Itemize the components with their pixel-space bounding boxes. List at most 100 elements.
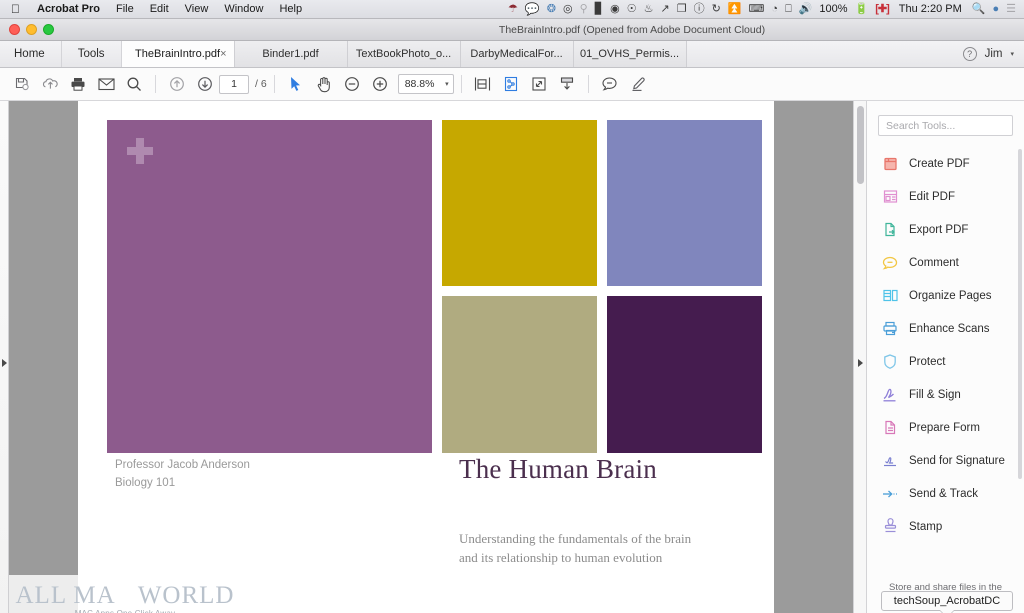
droplet-icon[interactable]: ♨ (644, 3, 654, 15)
print-icon[interactable] (64, 72, 92, 96)
page-number-input[interactable]: 1 (219, 74, 249, 94)
collapse-tools-arrow-icon[interactable] (858, 359, 863, 367)
user-name[interactable]: Jim (985, 48, 1003, 60)
page-down-icon[interactable] (191, 72, 219, 96)
tool-item-enhance-scans[interactable]: Enhance Scans (867, 312, 1024, 345)
menu-item-window[interactable]: Window (216, 3, 271, 15)
time-machine-icon[interactable]: ↻ (712, 3, 721, 15)
fit-width-icon[interactable] (525, 72, 553, 96)
page-display-icon[interactable] (497, 72, 525, 96)
volume-icon[interactable]: 🔊 (799, 3, 813, 15)
shield-icon[interactable]: ☂ (508, 3, 518, 15)
navigation-pane-rail[interactable] (0, 101, 9, 613)
tab-binder1[interactable]: Binder1.pdf (234, 41, 348, 67)
search-icon[interactable] (120, 72, 148, 96)
apple-icon[interactable]:  (6, 3, 29, 16)
subtitle-line-2: and its relationship to human evolution (459, 550, 663, 565)
tab-darbymedicalform[interactable]: DarbyMedicalFor... (460, 41, 574, 67)
tab-textbookphoto[interactable]: TextBookPhoto_o... (347, 41, 461, 67)
chevron-down-icon: ▾ (445, 81, 449, 88)
zoom-level-select[interactable]: 88.8% ▾ (397, 74, 454, 94)
zoom-out-icon[interactable] (338, 72, 366, 96)
tab-bar: Home Tools TheBrainIntro.pdf × Binder1.p… (0, 41, 1024, 68)
tab-label: TheBrainIntro.pdf (135, 48, 221, 60)
tool-item-send-for-signature[interactable]: Send for Signature (867, 444, 1024, 477)
wifi-icon[interactable]: ◔ (771, 3, 778, 15)
copy-icon[interactable]: ❐ (677, 3, 687, 15)
comment-icon[interactable] (596, 72, 624, 96)
fit-page-icon[interactable] (469, 72, 497, 96)
chevron-down-icon[interactable]: ▾ (1010, 50, 1014, 58)
menu-clock[interactable]: Thu 2:20 PM (896, 3, 965, 15)
chat-bubble-icon[interactable]: 💬 (525, 3, 540, 15)
document-scrollbar[interactable] (853, 101, 866, 613)
tool-item-stamp[interactable]: Stamp (867, 510, 1024, 543)
spotlight-dim-icon[interactable]: ⚲ (580, 3, 588, 15)
tool-item-prepare-form[interactable]: Prepare Form (867, 411, 1024, 444)
notification-center-icon[interactable]: ☰ (1006, 3, 1016, 15)
menu-item-help[interactable]: Help (271, 3, 310, 15)
upload-to-cloud-icon[interactable] (36, 72, 64, 96)
main-area: Professor Jacob Anderson Biology 101 The… (0, 101, 1024, 613)
minimize-window-button[interactable] (26, 24, 37, 35)
menu-item-file[interactable]: File (108, 3, 142, 15)
tool-item-export-pdf[interactable]: Export PDF (867, 213, 1024, 246)
hand-tool-icon[interactable] (310, 72, 338, 96)
block-plum (607, 296, 762, 453)
antenna-icon[interactable]: ↗ (661, 3, 670, 15)
tool-item-fill-sign[interactable]: Fill & Sign (867, 378, 1024, 411)
toolbar-separator (155, 75, 156, 93)
email-icon[interactable] (92, 72, 120, 96)
spotlight-search-icon[interactable]: 🔍 (972, 3, 986, 15)
tab-ovhs-permission[interactable]: 01_OVHS_Permis... (573, 41, 687, 67)
close-icon[interactable]: × (220, 48, 226, 60)
document-toolbar: 1 / 6 88.8% ▾ (0, 68, 1024, 101)
nav-tools-button[interactable]: Tools (62, 41, 122, 67)
battery-icon[interactable]: 🔋 (855, 3, 869, 15)
close-window-button[interactable] (9, 24, 20, 35)
bluetooth-icon[interactable]: ⏫ (728, 3, 742, 15)
tab-label: DarbyMedicalFor... (470, 48, 563, 60)
zoom-in-icon[interactable] (366, 72, 394, 96)
equalizer-icon[interactable]: ▊ (595, 3, 603, 15)
tool-item-send-and-track[interactable]: Send & Track (867, 477, 1024, 510)
tool-item-protect[interactable]: Protect (867, 345, 1024, 378)
document-viewport[interactable]: Professor Jacob Anderson Biology 101 The… (9, 101, 853, 613)
toolbar-separator (587, 75, 589, 93)
menu-app-name[interactable]: Acrobat Pro (29, 3, 108, 15)
record-icon[interactable]: ◎ (563, 3, 573, 15)
help-icon[interactable]: ? (962, 47, 977, 61)
tab-thebrainintro[interactable]: TheBrainIntro.pdf × (121, 41, 235, 67)
tool-item-edit-pdf[interactable]: Edit PDF (867, 180, 1024, 213)
menu-item-view[interactable]: View (177, 3, 217, 15)
tool-item-organize-pages[interactable]: Organize Pages (867, 279, 1024, 312)
siri-icon[interactable]: ● (992, 3, 999, 15)
keyboard-icon[interactable]: ⌨ (749, 3, 765, 15)
maximize-window-button[interactable] (43, 24, 54, 35)
nav-home-button[interactable]: Home (0, 41, 62, 67)
input-flag-icon[interactable]: [✚] (875, 3, 890, 15)
airplay-icon[interactable]: ⎕ (785, 3, 792, 15)
scroll-mode-icon[interactable] (553, 72, 581, 96)
save-to-cloud-icon[interactable] (8, 72, 36, 96)
window-controls (0, 24, 54, 35)
tool-item-comment[interactable]: Comment (867, 246, 1024, 279)
dropbox-icon[interactable]: ❂ (547, 3, 556, 15)
tool-label: Organize Pages (909, 289, 992, 302)
search-tools-input[interactable]: Search Tools... (878, 115, 1013, 136)
protect-shield-icon (880, 353, 900, 371)
highlight-icon[interactable] (624, 72, 652, 96)
tools-scrollbar[interactable] (1018, 149, 1022, 479)
expand-nav-pane-arrow-icon[interactable] (2, 359, 7, 367)
info-icon[interactable]: ⓘ (694, 3, 705, 15)
tool-item-create-pdf[interactable]: Create PDF (867, 147, 1024, 180)
page-up-icon[interactable] (163, 72, 191, 96)
menu-item-edit[interactable]: Edit (142, 3, 177, 15)
menu-status-icons: ☂ 💬 ❂ ◎ ⚲ ▊ ◉ ☉ ♨ ↗ ❐ ⓘ ↻ ⏫ ⌨ ◔ ⎕ 🔊 100%… (508, 3, 1018, 15)
cursor-select-icon[interactable] (282, 72, 310, 96)
globe-icon[interactable]: ◉ (610, 3, 620, 15)
tools-list: Create PDF Edit PDF Export PDF Comment O… (867, 147, 1024, 575)
scrollbar-thumb[interactable] (857, 106, 864, 184)
clock-dial-icon[interactable]: ☉ (627, 3, 637, 15)
tab-bar-filler (687, 41, 953, 67)
